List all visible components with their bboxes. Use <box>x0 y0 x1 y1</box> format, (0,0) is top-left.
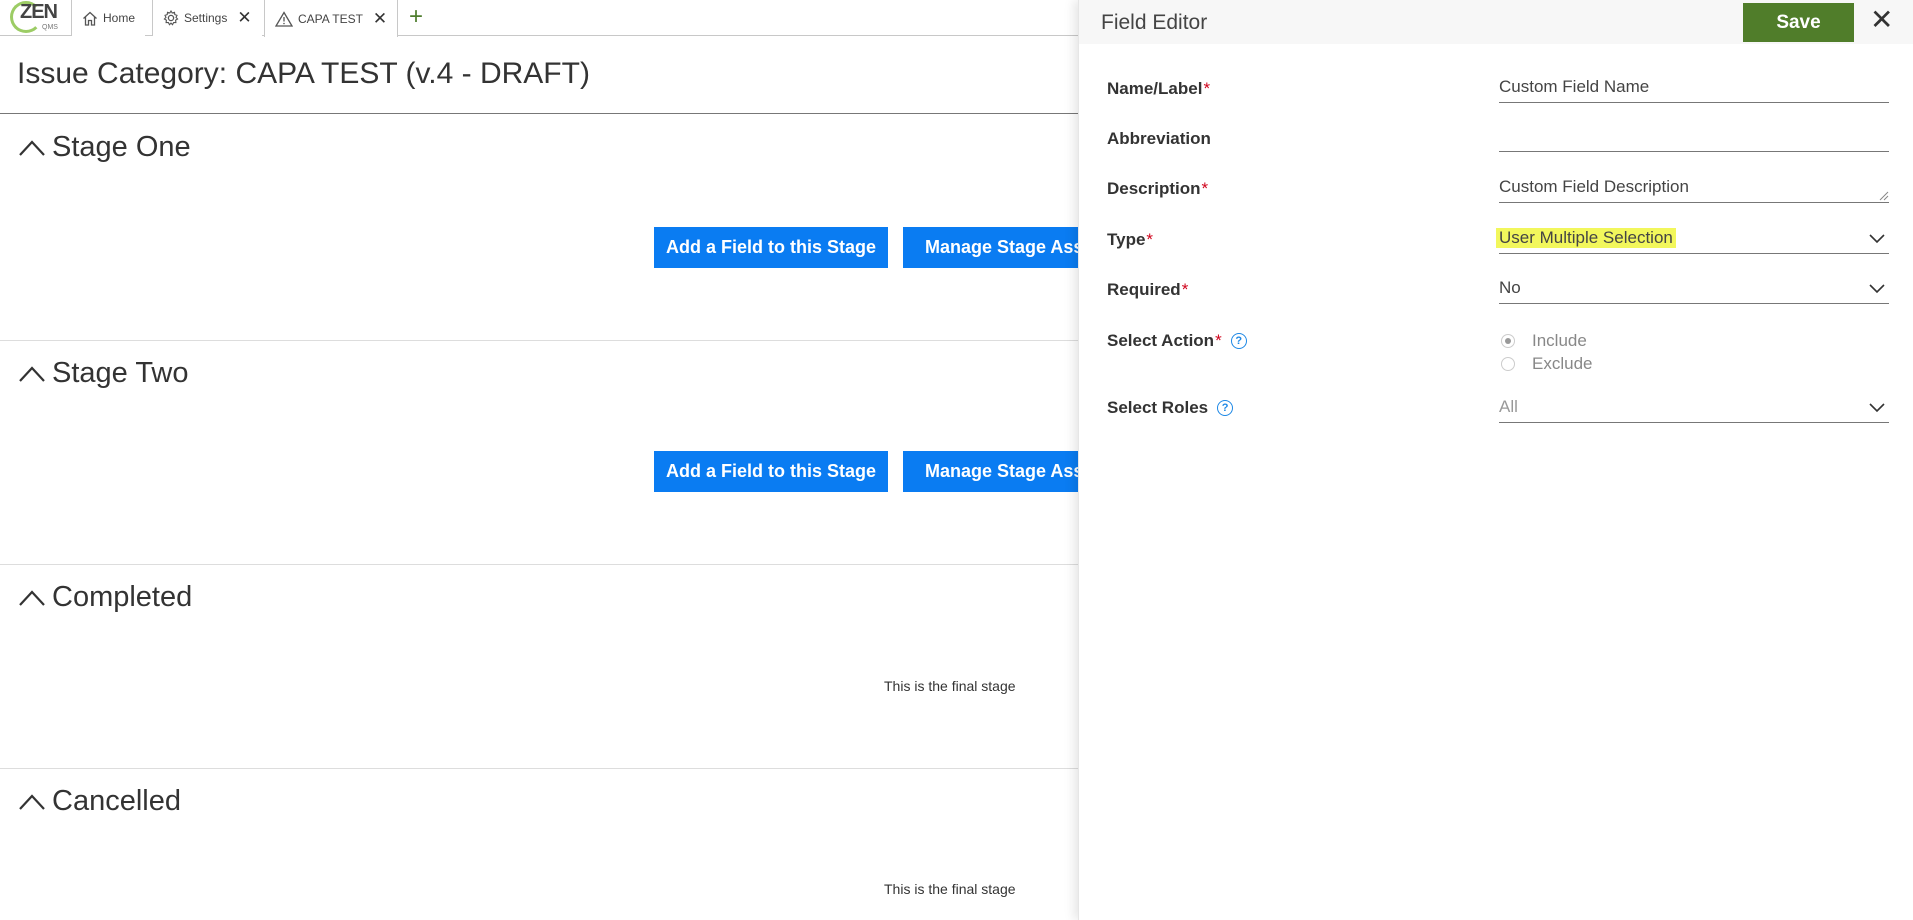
name-field-value: Custom Field Name <box>1499 77 1650 96</box>
tab-home[interactable]: Home <box>71 0 146 36</box>
required-marker: * <box>1215 331 1222 350</box>
exclude-radio-label: Exclude <box>1532 354 1593 373</box>
resize-handle-icon[interactable] <box>1879 191 1889 201</box>
description-field-value: Custom Field Description <box>1499 177 1689 196</box>
close-icon[interactable]: ✕ <box>1870 6 1893 34</box>
logo-subtext: QMS <box>42 24 58 31</box>
tab-capa-test[interactable]: CAPA TEST ✕ <box>264 0 399 37</box>
home-icon <box>83 11 97 26</box>
help-icon[interactable]: ? <box>1217 400 1234 416</box>
help-icon[interactable]: ? <box>1230 333 1247 349</box>
type-select[interactable]: User Multiple Selection <box>1496 226 1889 254</box>
tab-home-label: Home <box>103 11 136 25</box>
required-marker: * <box>1181 280 1189 299</box>
abbreviation-field[interactable] <box>1499 124 1889 152</box>
select-action-label-text: Select Action <box>1107 331 1215 350</box>
select-roles-label: Select Roles ? <box>1107 398 1234 418</box>
include-radio[interactable] <box>1501 334 1515 348</box>
final-stage-note: This is the final stage <box>884 881 1016 897</box>
stage-one-title: Stage One <box>52 131 191 163</box>
chevron-down-icon <box>1869 234 1885 244</box>
select-action-label: Select Action * ? <box>1107 331 1247 351</box>
include-radio-label: Include <box>1532 331 1587 350</box>
required-marker: * <box>1146 230 1154 249</box>
select-roles-dropdown[interactable]: All <box>1499 395 1889 423</box>
type-label: Type * <box>1107 230 1153 250</box>
warning-icon <box>275 10 293 27</box>
description-field[interactable]: Custom Field Description <box>1499 175 1889 203</box>
zen-qms-logo[interactable]: ZEN QMS <box>4 0 70 36</box>
page-title: Issue Category: CAPA TEST (v.4 - DRAFT) <box>17 57 590 90</box>
add-field-stage-two-button[interactable]: Add a Field to this Stage <box>654 451 888 492</box>
logo-text: ZEN <box>20 1 58 23</box>
type-select-value: User Multiple Selection <box>1496 228 1676 248</box>
required-marker: * <box>1201 179 1209 198</box>
chevron-down-icon <box>1869 284 1885 294</box>
chevron-up-icon <box>19 365 45 382</box>
required-select[interactable]: No <box>1499 276 1889 304</box>
title-divider <box>0 113 1080 114</box>
required-label-text: Required <box>1107 280 1181 299</box>
close-tab-capa-test-icon[interactable]: ✕ <box>373 9 387 29</box>
tab-capa-test-label: CAPA TEST <box>298 11 363 26</box>
manage-stage-one-button[interactable]: Manage Stage Assi <box>903 227 1078 268</box>
type-label-text: Type <box>1107 230 1146 249</box>
stage-divider <box>0 768 1080 769</box>
include-radio-option[interactable]: Include <box>1501 331 1587 351</box>
completed-stage-header[interactable]: Completed <box>18 581 192 614</box>
completed-stage-title: Completed <box>52 581 193 613</box>
stage-one-header[interactable]: Stage One <box>18 131 191 164</box>
name-label: Name/Label * <box>1107 79 1210 99</box>
add-tab-button[interactable]: + <box>409 3 423 31</box>
name-field[interactable]: Custom Field Name <box>1499 75 1889 103</box>
select-roles-value: All <box>1499 397 1518 416</box>
required-label: Required * <box>1107 280 1188 300</box>
description-label-text: Description <box>1107 179 1201 198</box>
abbreviation-label-text: Abbreviation <box>1107 129 1211 148</box>
cancelled-stage-title: Cancelled <box>52 785 181 817</box>
chevron-up-icon <box>19 793 45 810</box>
field-editor-title: Field Editor <box>1101 11 1208 34</box>
stage-divider <box>0 564 1080 565</box>
chevron-up-icon <box>19 139 45 156</box>
chevron-down-icon <box>1869 403 1885 413</box>
select-roles-label-text: Select Roles <box>1107 398 1209 417</box>
stage-two-header[interactable]: Stage Two <box>18 357 189 390</box>
manage-stage-two-button[interactable]: Manage Stage Assi <box>903 451 1078 492</box>
field-editor-header: Field Editor Save ✕ <box>1079 0 1913 44</box>
chevron-up-icon <box>19 589 45 606</box>
close-tab-settings-icon[interactable]: ✕ <box>237 8 251 28</box>
stage-divider <box>0 340 1080 341</box>
name-label-text: Name/Label <box>1107 79 1203 98</box>
add-field-stage-one-button[interactable]: Add a Field to this Stage <box>654 227 888 268</box>
gear-icon <box>163 10 179 26</box>
abbreviation-label: Abbreviation <box>1107 129 1211 149</box>
required-marker: * <box>1203 79 1211 98</box>
tab-settings[interactable]: Settings ✕ <box>152 0 262 36</box>
required-select-value: No <box>1499 278 1521 297</box>
tab-settings-label: Settings <box>184 11 228 25</box>
field-editor-panel: Field Editor Save ✕ Name/Label * Custom F… <box>1078 0 1913 920</box>
exclude-radio-option[interactable]: Exclude <box>1501 354 1592 374</box>
cancelled-stage-header[interactable]: Cancelled <box>18 785 181 818</box>
description-label: Description * <box>1107 179 1208 199</box>
exclude-radio[interactable] <box>1501 357 1515 371</box>
save-button[interactable]: Save <box>1743 3 1854 42</box>
stage-two-title: Stage Two <box>52 357 189 389</box>
final-stage-note: This is the final stage <box>884 678 1016 694</box>
